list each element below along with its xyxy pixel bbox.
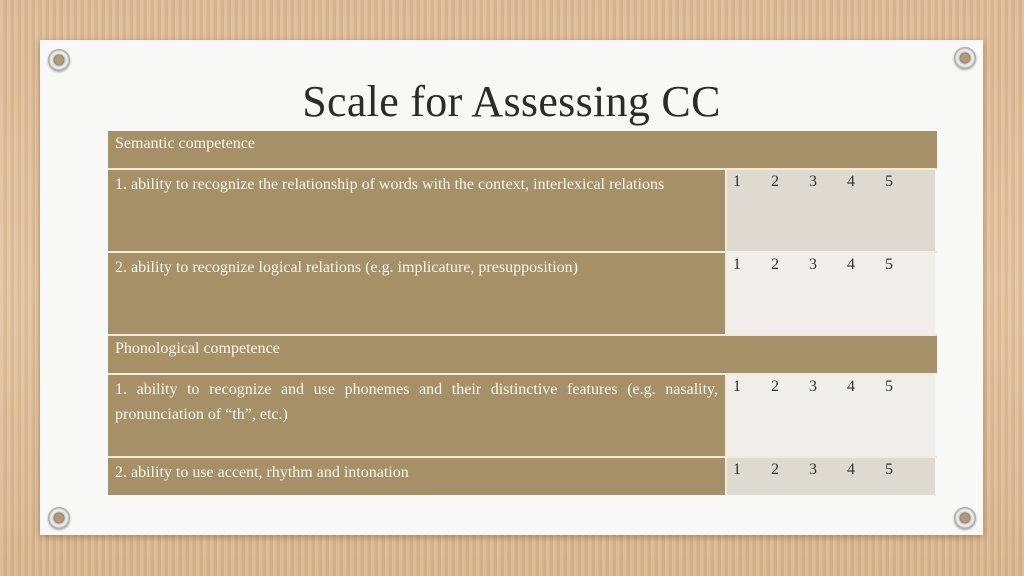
rating-option[interactable]: 5: [885, 256, 923, 334]
rating-scale: 1 2 3 4 5: [727, 253, 935, 334]
table-row: 2. ability to use accent, rhythm and int…: [108, 458, 937, 495]
rating-option[interactable]: 2: [771, 173, 809, 251]
table-row: 2. ability to recognize logical relation…: [108, 253, 937, 336]
rating-option[interactable]: 1: [733, 378, 771, 456]
rating-scale: 1 2 3 4 5: [727, 170, 935, 251]
section-header-row: Phonological competence: [108, 336, 937, 375]
criterion-text: 1. ability to recognize and use phonemes…: [108, 375, 727, 456]
grommet-icon: [48, 49, 70, 71]
slide-card: Scale for Assessing CC Semantic competen…: [40, 40, 983, 535]
rating-option[interactable]: 2: [771, 256, 809, 334]
rating-option[interactable]: 3: [809, 378, 847, 456]
rating-option[interactable]: 2: [771, 378, 809, 456]
section-heading: Phonological competence: [108, 336, 937, 373]
assessment-table: Semantic competence 1. ability to recogn…: [108, 131, 937, 495]
rating-option[interactable]: 4: [847, 256, 885, 334]
criterion-text: 2. ability to recognize logical relation…: [108, 253, 727, 334]
rating-scale: 1 2 3 4 5: [727, 458, 935, 495]
rating-option[interactable]: 5: [885, 378, 923, 456]
rating-option[interactable]: 1: [733, 461, 771, 495]
criterion-text: 1. ability to recognize the relationship…: [108, 170, 727, 251]
rating-option[interactable]: 1: [733, 173, 771, 251]
rating-option[interactable]: 5: [885, 461, 923, 495]
table-row: 1. ability to recognize the relationship…: [108, 170, 937, 253]
rating-option[interactable]: 4: [847, 378, 885, 456]
grommet-icon: [48, 507, 70, 529]
rating-scale: 1 2 3 4 5: [727, 375, 935, 456]
rating-option[interactable]: 4: [847, 461, 885, 495]
rating-option[interactable]: 1: [733, 256, 771, 334]
grommet-icon: [954, 47, 976, 69]
section-heading: Semantic competence: [108, 131, 937, 168]
criterion-text: 2. ability to use accent, rhythm and int…: [108, 458, 727, 495]
rating-option[interactable]: 3: [809, 461, 847, 495]
rating-option[interactable]: 3: [809, 173, 847, 251]
rating-option[interactable]: 4: [847, 173, 885, 251]
table-row: 1. ability to recognize and use phonemes…: [108, 375, 937, 458]
grommet-icon: [954, 507, 976, 529]
section-header-row: Semantic competence: [108, 131, 937, 170]
rating-option[interactable]: 2: [771, 461, 809, 495]
slide-title: Scale for Assessing CC: [302, 77, 721, 126]
rating-option[interactable]: 3: [809, 256, 847, 334]
rating-option[interactable]: 5: [885, 173, 923, 251]
